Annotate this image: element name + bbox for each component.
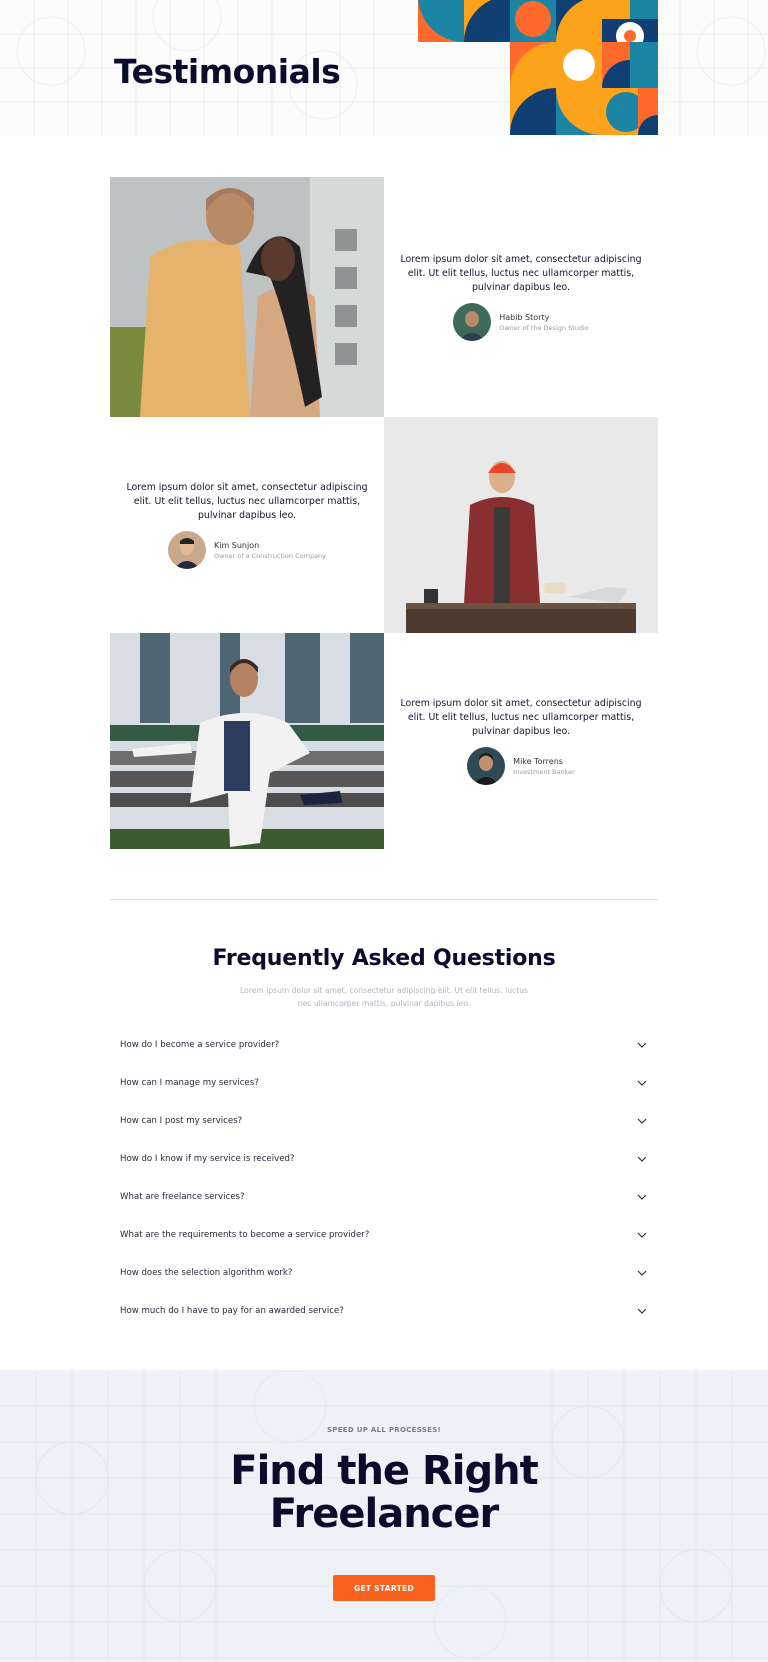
section-divider <box>110 899 658 900</box>
faq-question: What are the requirements to become a se… <box>120 1230 370 1240</box>
get-started-button[interactable]: GET STARTED <box>333 1575 435 1601</box>
testimonial-row: Lorem ipsum dolor sit amet, consectetur … <box>110 417 658 633</box>
faq-item[interactable]: How much do I have to pay for an awarded… <box>110 1292 658 1330</box>
testimonial-quote: Lorem ipsum dolor sit amet, consectetur … <box>400 254 642 293</box>
faq-item[interactable]: How do I become a service provider? <box>110 1026 658 1064</box>
faq-question: How much do I have to pay for an awarded… <box>120 1306 344 1316</box>
chevron-down-icon[interactable] <box>636 1077 648 1089</box>
faq-item[interactable]: How can I manage my services? <box>110 1064 658 1102</box>
testimonial-author: Kim Sunjon Owner of a Construction Compa… <box>167 531 327 569</box>
couple-photo <box>110 177 384 417</box>
author-role: Investment Banker <box>513 767 575 776</box>
faq-question: How do I know if my service is received? <box>120 1154 295 1164</box>
avatar <box>453 303 492 341</box>
faq-question: What are freelance services? <box>120 1192 245 1202</box>
testimonial-author: Habib Storty Owner of the Design Studio <box>453 303 589 341</box>
faq-item[interactable]: What are the requirements to become a se… <box>110 1216 658 1254</box>
page-title: Testimonials <box>114 52 341 91</box>
testimonial-row: Lorem ipsum dolor sit amet, consectetur … <box>110 177 658 417</box>
cta-title: Find the Right Freelancer <box>0 1450 768 1536</box>
banker-photo <box>110 633 384 849</box>
testimonial-author: Mike Torrens Investment Banker <box>467 747 575 785</box>
cta-title-line: Freelancer <box>269 1491 499 1537</box>
cta-kicker: SPEED UP ALL PROCESSES! <box>326 1426 442 1434</box>
chevron-down-icon[interactable] <box>636 1115 648 1127</box>
chevron-down-icon[interactable] <box>636 1229 648 1241</box>
author-name: Habib Storty <box>499 312 550 322</box>
cta-title-line: Find the Right <box>230 1448 538 1494</box>
faq-item[interactable]: How does the selection algorithm work? <box>110 1254 658 1292</box>
faq-subtitle: Lorem ipsum dolor sit amet, consectetur … <box>240 986 528 1008</box>
faq-question: How can I post my services? <box>120 1116 243 1126</box>
testimonial-card: Lorem ipsum dolor sit amet, consectetur … <box>384 177 658 417</box>
chevron-down-icon[interactable] <box>636 1191 648 1203</box>
testimonial-quote: Lorem ipsum dolor sit amet, consectetur … <box>400 698 642 737</box>
testimonial-quote: Lorem ipsum dolor sit amet, consectetur … <box>126 482 368 521</box>
testimonial-card: Lorem ipsum dolor sit amet, consectetur … <box>110 417 384 633</box>
geometric-art-graphic <box>418 0 658 135</box>
avatar <box>467 747 506 785</box>
faq-accordion: How do I become a service provider? How … <box>110 1026 658 1330</box>
author-role: Owner of a Construction Company <box>213 551 327 560</box>
hero-section: Testimonials <box>0 0 768 136</box>
testimonial-row: Lorem ipsum dolor sit amet, consectetur … <box>110 633 658 849</box>
chevron-down-icon[interactable] <box>636 1305 648 1317</box>
author-role: Owner of the Design Studio <box>499 323 589 332</box>
author-name: Kim Sunjon <box>213 540 260 550</box>
faq-question: How does the selection algorithm work? <box>120 1268 293 1278</box>
faq-question: How do I become a service provider? <box>120 1040 280 1050</box>
chevron-down-icon[interactable] <box>636 1039 648 1051</box>
chevron-down-icon[interactable] <box>636 1153 648 1165</box>
author-name: Mike Torrens <box>513 756 563 766</box>
faq-item[interactable]: How do I know if my service is received? <box>110 1140 658 1178</box>
avatar <box>167 531 206 569</box>
faq-item[interactable]: What are freelance services? <box>110 1178 658 1216</box>
chevron-down-icon[interactable] <box>636 1267 648 1279</box>
faq-title: Frequently Asked Questions <box>212 946 556 971</box>
cta-section: SPEED UP ALL PROCESSES! Find the Right F… <box>0 1370 768 1662</box>
faq-item[interactable]: How can I post my services? <box>110 1102 658 1140</box>
faq-question: How can I manage my services? <box>120 1078 259 1088</box>
builder-photo <box>384 417 658 633</box>
testimonial-card: Lorem ipsum dolor sit amet, consectetur … <box>384 633 658 849</box>
